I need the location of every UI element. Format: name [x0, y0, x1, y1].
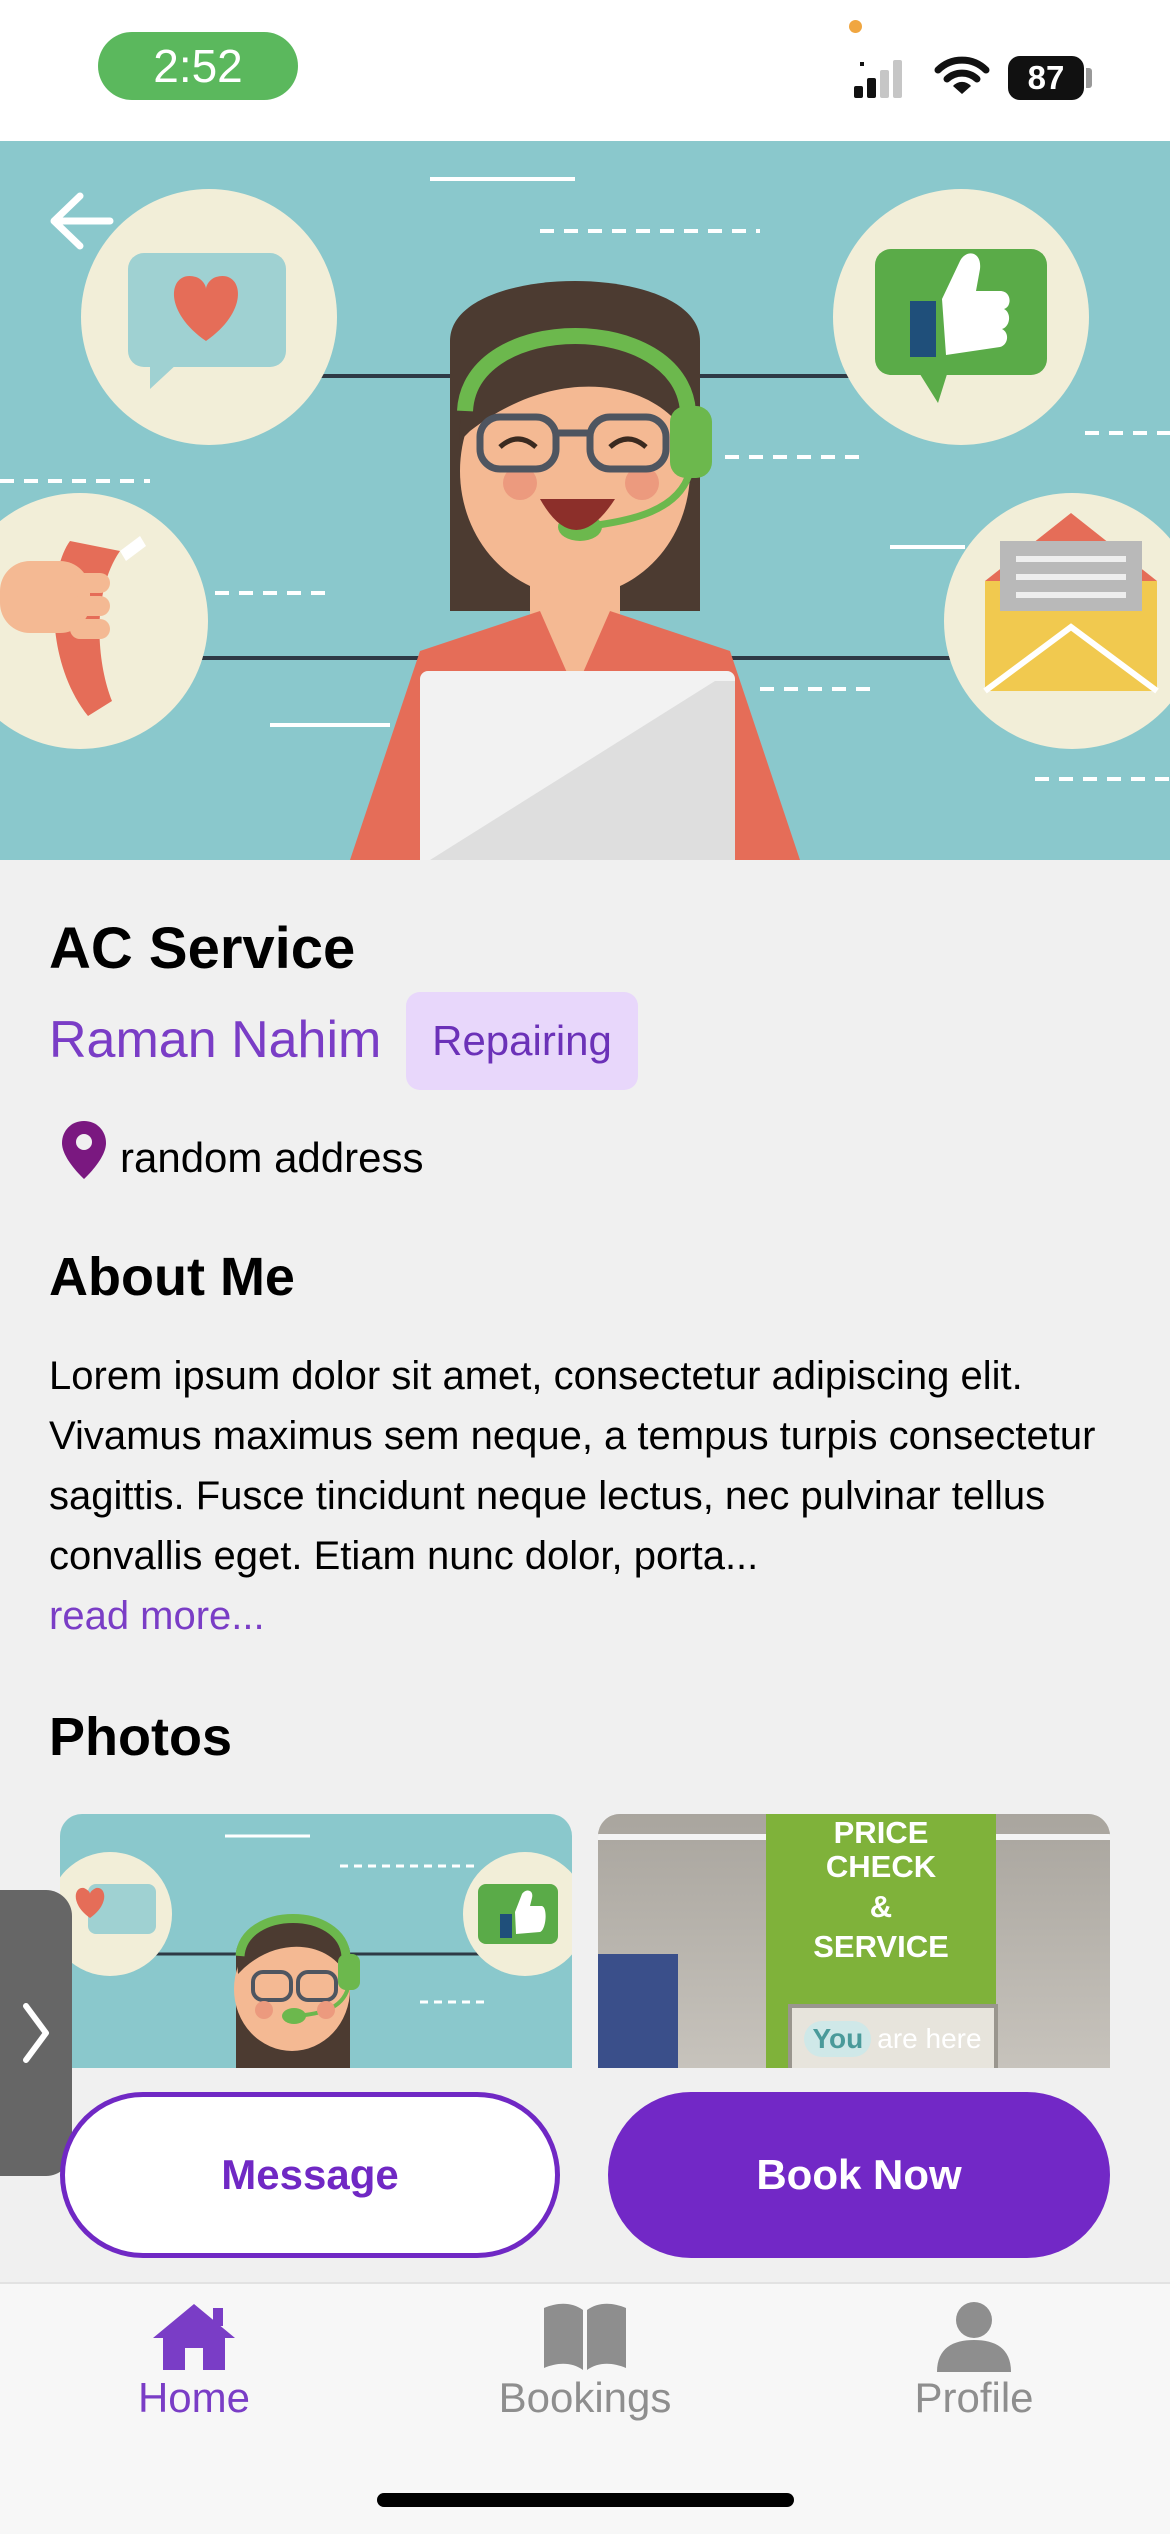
sign-line: CHECK	[825, 1849, 937, 1884]
store-shelf	[598, 1954, 678, 2068]
tab-label: Bookings	[498, 2374, 672, 2421]
category-badge: Repairing	[406, 992, 638, 1090]
book-icon	[544, 2303, 626, 2370]
support-illustration-thumbnail	[60, 1834, 572, 2068]
location-pin-icon	[62, 1121, 106, 1179]
wifi-icon	[934, 56, 990, 94]
tab-bookings[interactable]: Bookings	[455, 2300, 715, 2430]
tab-label: Home	[137, 2374, 251, 2421]
tab-label: Profile	[914, 2374, 1034, 2421]
battery-tip	[1086, 68, 1092, 88]
battery-indicator: 87	[1008, 56, 1084, 100]
you-are-here-sign: You are here	[788, 2004, 998, 2068]
customer-support-illustration	[0, 177, 1170, 860]
photos-heading: Photos	[49, 1707, 232, 1767]
about-heading: About Me	[49, 1247, 295, 1307]
photo-thumbnail[interactable]: PRICE CHECK & SERVICE You are here	[598, 1814, 1110, 2068]
price-check-sign: PRICE CHECK & SERVICE	[766, 1816, 996, 1964]
home-indicator	[377, 2493, 794, 2507]
tab-home[interactable]: Home	[64, 2300, 324, 2430]
photo-thumbnail[interactable]	[60, 1814, 572, 2068]
you-are-here-badge: You	[804, 2021, 872, 2057]
provider-name[interactable]: Raman Nahim	[49, 1010, 381, 1070]
about-text: Lorem ipsum dolor sit amet, consectetur …	[49, 1354, 1096, 1578]
sign-line: SERVICE	[813, 1929, 949, 1964]
side-drawer-tab[interactable]	[0, 1890, 72, 2176]
chevron-right-icon	[23, 2003, 49, 2063]
read-more-link[interactable]: read more...	[49, 1594, 265, 1639]
message-button[interactable]: Message	[60, 2092, 560, 2258]
sign-line: &	[869, 1889, 893, 1924]
tab-profile[interactable]: Profile	[844, 2300, 1104, 2430]
hero-image	[0, 141, 1170, 860]
privacy-indicator-dot	[849, 20, 862, 33]
home-icon	[153, 2304, 235, 2370]
sign-line: PRICE	[833, 1815, 929, 1850]
person-icon	[937, 2302, 1011, 2372]
address-text: random address	[120, 1134, 424, 1181]
back-arrow-icon[interactable]	[46, 190, 114, 252]
you-are-here-text: are here	[877, 2023, 982, 2054]
cellular-signal-icon	[854, 60, 902, 98]
service-title: AC Service	[49, 916, 356, 981]
status-time: 2:52	[98, 32, 298, 100]
book-now-button[interactable]: Book Now	[608, 2092, 1110, 2258]
